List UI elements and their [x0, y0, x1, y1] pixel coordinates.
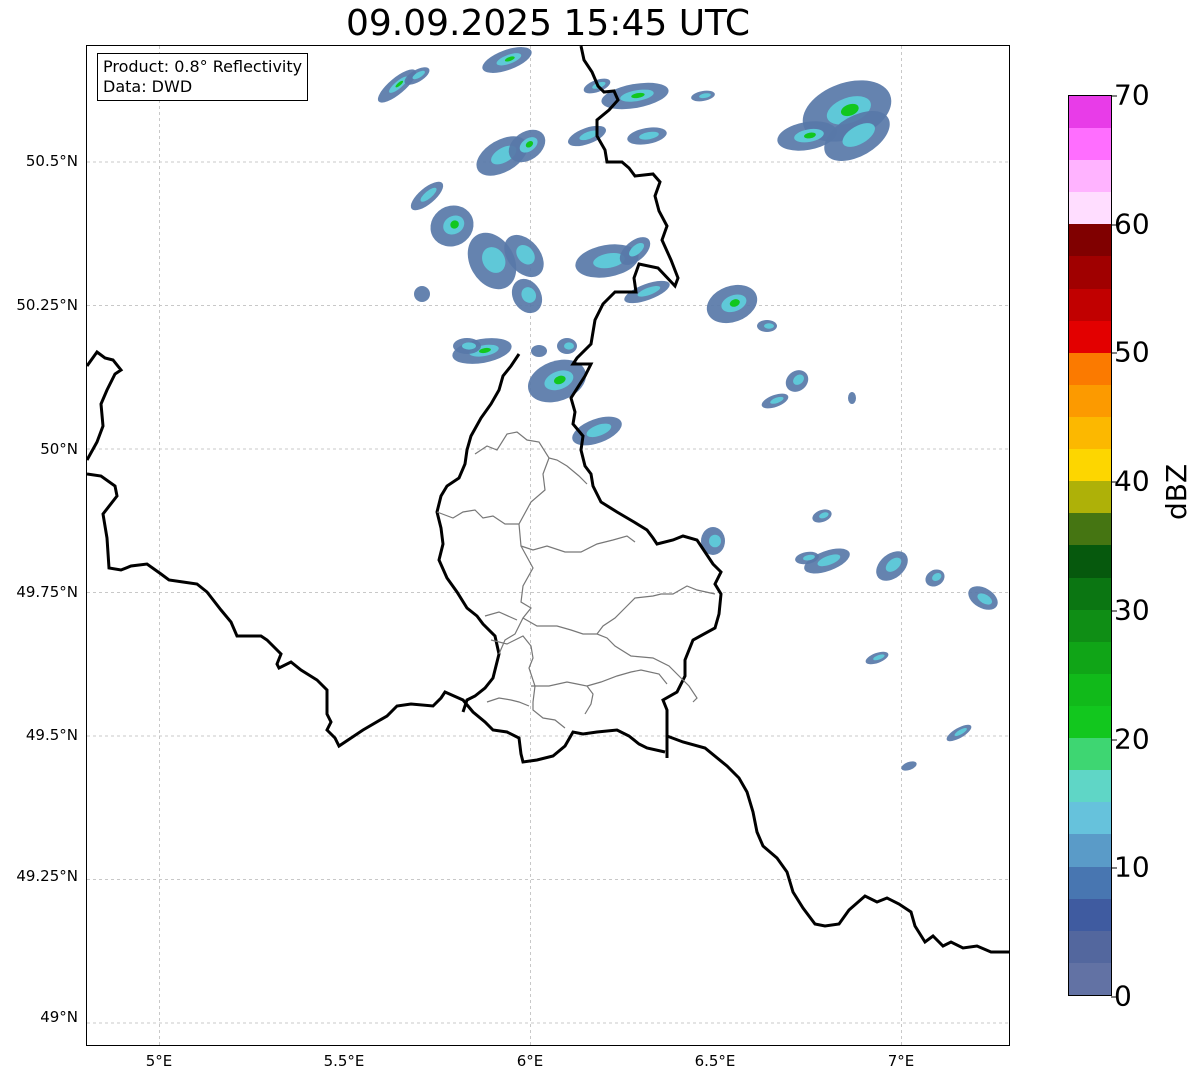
echo-cluster — [557, 338, 577, 354]
colorbar-segment — [1069, 641, 1111, 674]
echo-cluster — [761, 393, 789, 409]
echo-cluster — [848, 392, 856, 404]
colorbar-segment — [1069, 160, 1111, 193]
belgium-border — [87, 349, 666, 764]
echo-cluster — [757, 320, 777, 332]
echo-moderate — [462, 342, 476, 350]
echo-cluster — [901, 761, 917, 771]
map-area[interactable] — [86, 45, 1010, 1046]
colorbar-segment — [1069, 224, 1111, 257]
colorbar-tick: 40 — [1111, 464, 1150, 498]
colorbar-segment — [1069, 192, 1111, 225]
colorbar-tick: 50 — [1111, 335, 1150, 369]
echo-cluster — [946, 724, 972, 742]
radar-map — [87, 46, 1009, 1045]
colorbar-segment — [1069, 802, 1111, 835]
echo-cluster — [785, 370, 809, 392]
borders — [87, 46, 1009, 954]
colorbar-tick: 30 — [1111, 593, 1150, 627]
echo-cluster — [925, 569, 945, 587]
echo-cluster — [414, 286, 430, 302]
colorbar-segment — [1069, 545, 1111, 578]
colorbar-segment — [1069, 513, 1111, 546]
colorbar-tick: 20 — [1111, 722, 1150, 756]
echo-moderate — [564, 342, 574, 350]
colorbar — [1068, 95, 1112, 996]
france-germany-border — [666, 734, 1009, 954]
lux-canton-boundaries — [436, 431, 716, 729]
colorbar-tick: 70 — [1111, 78, 1150, 112]
colorbar-segment — [1069, 417, 1111, 450]
colorbar-segment — [1069, 577, 1111, 610]
echo-cluster — [865, 651, 889, 665]
reflectivity-echoes — [377, 47, 998, 771]
colorbar-segment — [1069, 834, 1111, 867]
lat-label: 50.5°N — [25, 152, 78, 170]
echo-cluster — [812, 509, 832, 523]
colorbar-segment — [1069, 706, 1111, 739]
lat-label: 50°N — [40, 440, 78, 458]
colorbar-segment — [1069, 738, 1111, 771]
colorbar-segment — [1069, 673, 1111, 707]
info-box: Product: 0.8° Reflectivity Data: DWD — [97, 53, 309, 101]
colorbar-segment — [1069, 256, 1111, 289]
colorbar-segment — [1069, 449, 1111, 482]
echo-moderate — [764, 323, 774, 329]
lat-label: 49.5°N — [25, 726, 78, 744]
lat-label: 50.25°N — [16, 296, 78, 314]
echo-area — [901, 761, 917, 771]
lon-label: 5°E — [145, 1052, 173, 1070]
echo-cluster — [531, 345, 547, 357]
colorbar-segment — [1069, 609, 1111, 642]
colorbar-segment — [1069, 930, 1111, 963]
colorbar-tick: 10 — [1111, 850, 1150, 884]
echo-cluster — [377, 69, 417, 103]
colorbar-segment — [1069, 128, 1111, 161]
echo-cluster — [968, 586, 998, 610]
lon-label: 5.5°E — [323, 1052, 365, 1070]
lon-label: 6°E — [516, 1052, 544, 1070]
lon-label: 7°E — [887, 1052, 915, 1070]
colorbar-segment — [1069, 866, 1111, 899]
echo-area — [531, 345, 547, 357]
colorbar-segment — [1069, 95, 1111, 129]
echo-cluster — [691, 90, 715, 102]
echo-area — [414, 286, 430, 302]
colorbar-segment — [1069, 962, 1111, 995]
lat-label: 49.25°N — [16, 867, 78, 885]
colorbar-segment — [1069, 770, 1111, 803]
colorbar-tick: 60 — [1111, 207, 1150, 241]
echo-moderate — [709, 534, 721, 548]
data-source-text: Data: DWD — [103, 77, 193, 96]
echo-cluster — [706, 284, 758, 324]
echo-area — [848, 392, 856, 404]
product-text: Product: 0.8° Reflectivity — [103, 57, 303, 76]
echo-cluster — [876, 551, 908, 581]
echo-cluster — [627, 127, 667, 145]
lat-label: 49°N — [40, 1008, 78, 1026]
colorbar-tick: 0 — [1111, 979, 1132, 1013]
colorbar-segment — [1069, 898, 1111, 931]
lat-label: 49.75°N — [16, 583, 78, 601]
luxembourg-border — [435, 353, 521, 713]
colorbar-segment — [1069, 481, 1111, 514]
map-title: 09.09.2025 15:45 UTC — [345, 3, 751, 44]
germany-border — [569, 46, 723, 758]
echo-cluster — [453, 338, 481, 354]
colorbar-segment — [1069, 384, 1111, 418]
colorbar-label: dBZ — [1160, 463, 1193, 520]
colorbar-segment — [1069, 352, 1111, 385]
echo-cluster — [482, 47, 532, 73]
lon-label: 6.5°E — [694, 1052, 736, 1070]
colorbar-segment — [1069, 320, 1111, 353]
colorbar-segment — [1069, 288, 1111, 321]
